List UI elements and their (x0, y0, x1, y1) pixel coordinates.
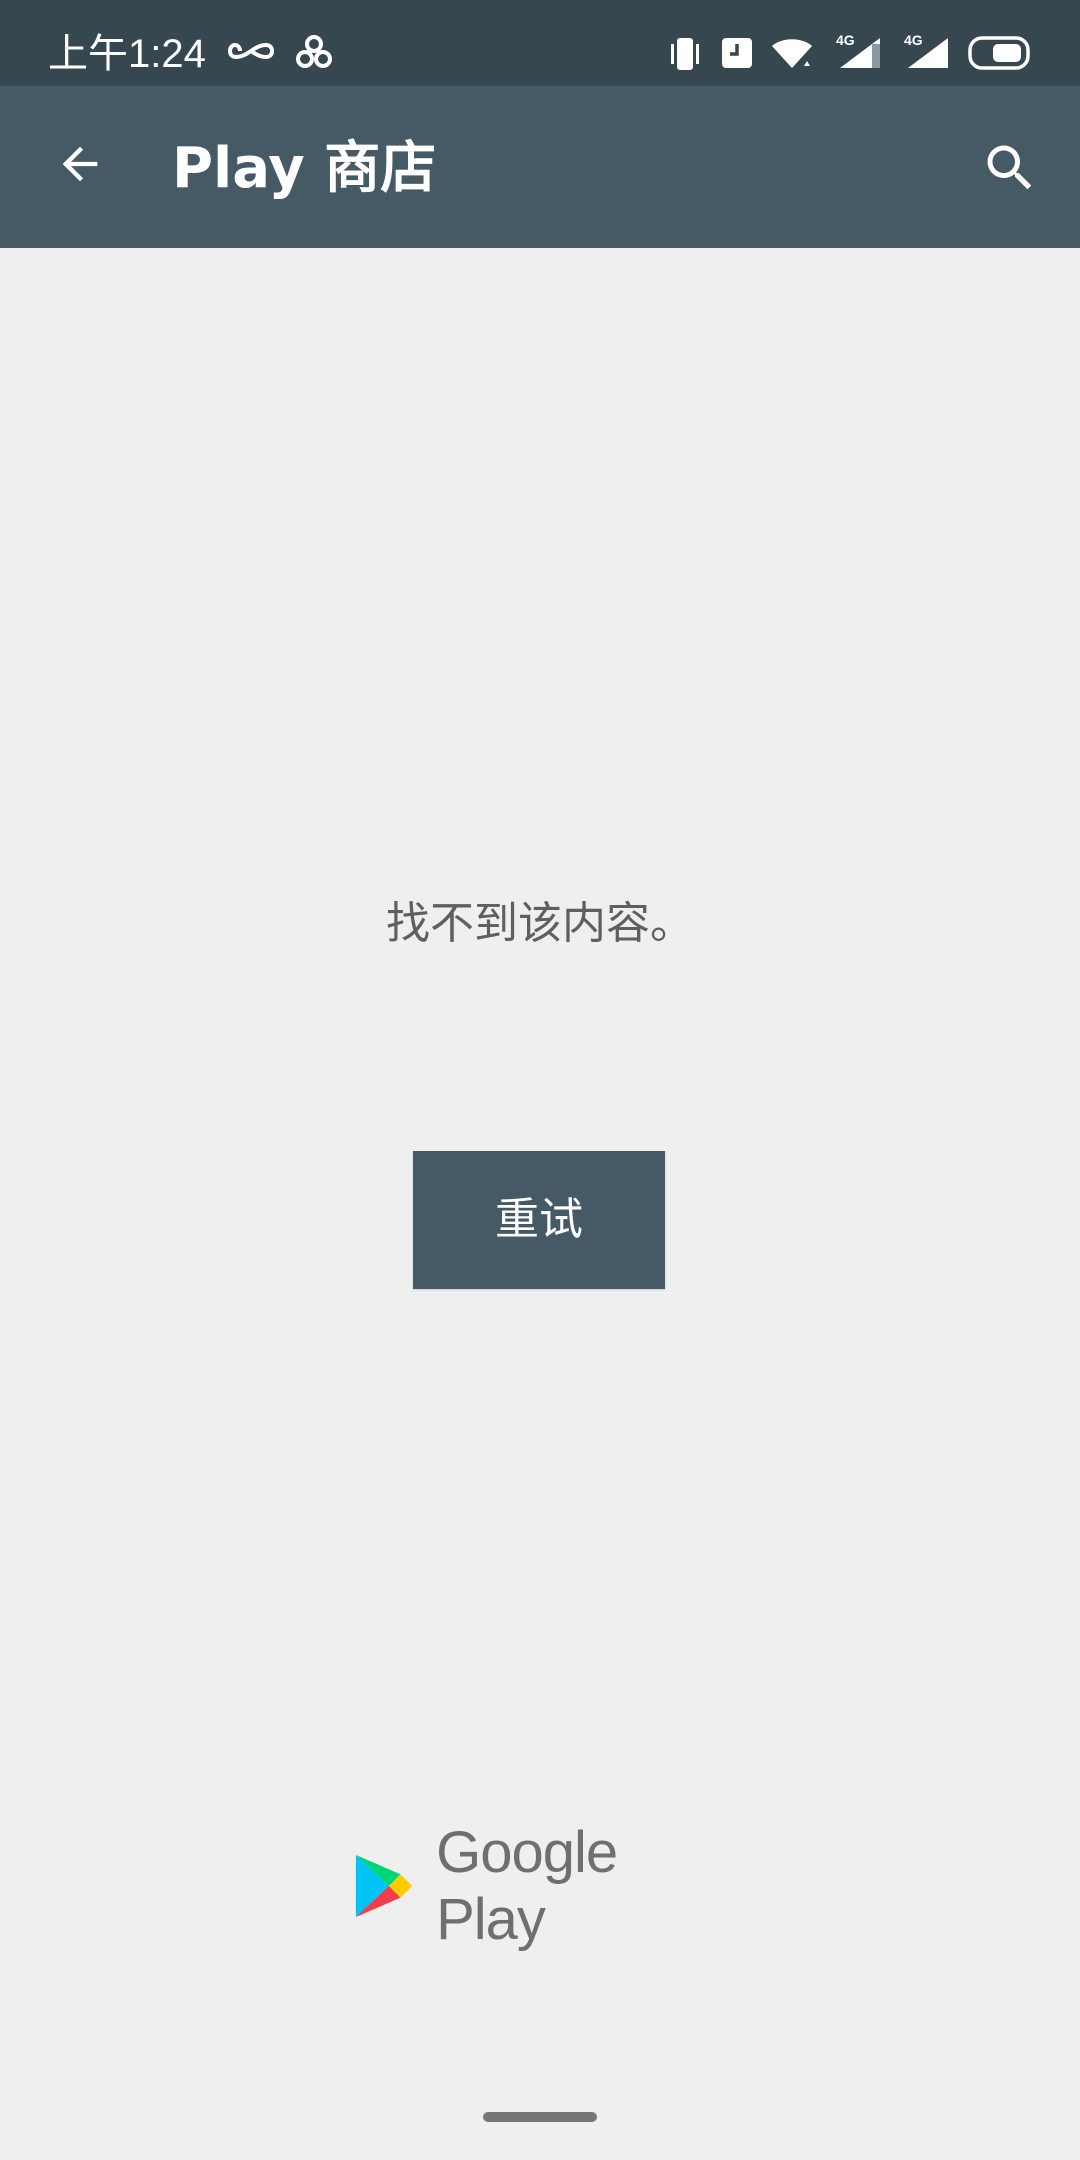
status-bar: 上午1:24 4G 4G (0, 0, 1080, 86)
search-button[interactable] (970, 128, 1050, 208)
signal-icon (908, 38, 948, 68)
arrow-back-icon (62, 146, 98, 182)
infinity-icon (228, 43, 274, 59)
status-time: 上午1:24 (48, 32, 206, 76)
gesture-bar[interactable] (483, 2112, 597, 2122)
app-bar: Play 商店 (0, 86, 1080, 248)
retry-button[interactable]: 重试 (413, 1151, 665, 1289)
battery-icon (968, 36, 1030, 70)
search-icon (987, 145, 1032, 190)
vibrate-icon (671, 38, 699, 70)
clock-notification-icon (722, 38, 752, 68)
page-title: Play 商店 (172, 136, 437, 201)
error-message: 找不到该内容。 (386, 898, 694, 949)
signal-icon (840, 38, 880, 68)
back-button[interactable] (40, 124, 120, 204)
google-play-wordmark: Google Play (436, 1820, 618, 1952)
wifi-icon (772, 39, 812, 68)
google-play-icon (355, 1854, 413, 1918)
link-icon (296, 35, 332, 68)
google-play-logo: Google Play (352, 1820, 732, 1952)
screen: 上午1:24 4G 4G Play 商店 找不到该内容。 重试 Google P… (0, 0, 1080, 2160)
